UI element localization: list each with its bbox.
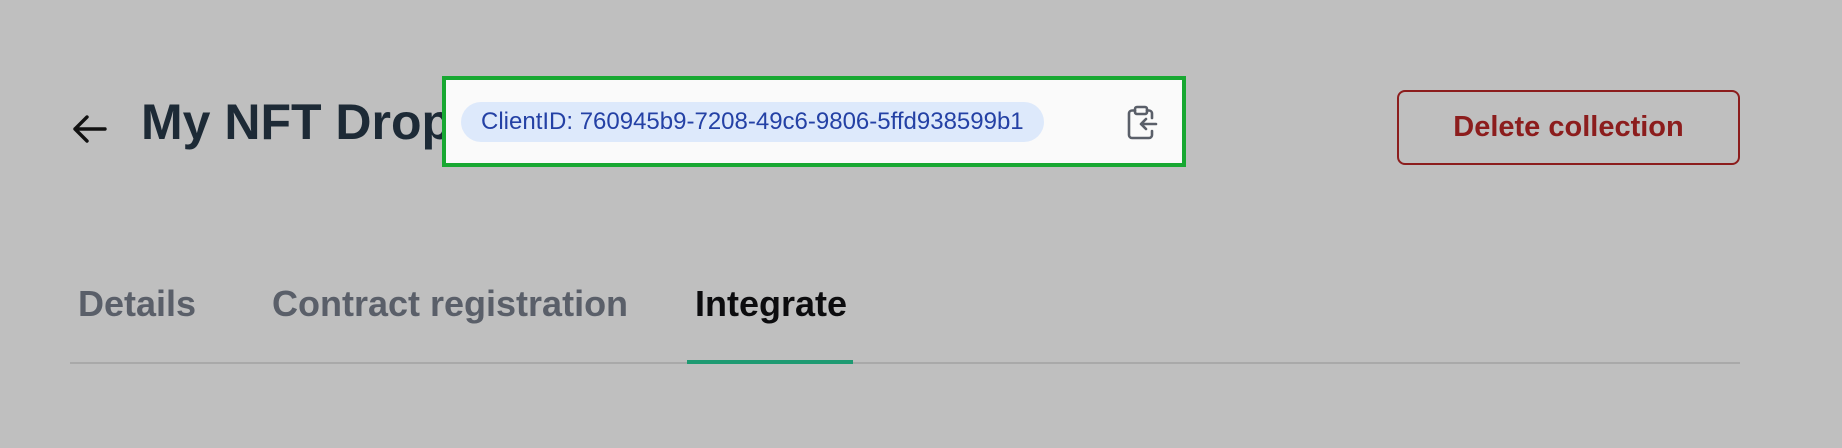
delete-collection-button[interactable]: Delete collection	[1397, 90, 1740, 165]
copy-client-id-button[interactable]	[1124, 104, 1160, 142]
arrow-left-icon	[73, 115, 107, 143]
clipboard-copy-icon	[1127, 105, 1158, 140]
tab-integrate[interactable]: Integrate	[695, 280, 847, 328]
tabs-divider	[70, 362, 1740, 364]
tab-contract-registration[interactable]: Contract registration	[272, 280, 628, 328]
collection-page: My NFT Drop ClientID: 760945b9-7208-49c6…	[0, 0, 1842, 448]
page-title: My NFT Drop	[141, 94, 453, 150]
tab-details[interactable]: Details	[78, 280, 196, 328]
active-tab-indicator	[687, 360, 853, 364]
client-id-text: ClientID: 760945b9-7208-49c6-9806-5ffd93…	[481, 108, 1024, 135]
back-button[interactable]	[66, 106, 112, 152]
client-id-badge: ClientID: 760945b9-7208-49c6-9806-5ffd93…	[461, 102, 1044, 142]
